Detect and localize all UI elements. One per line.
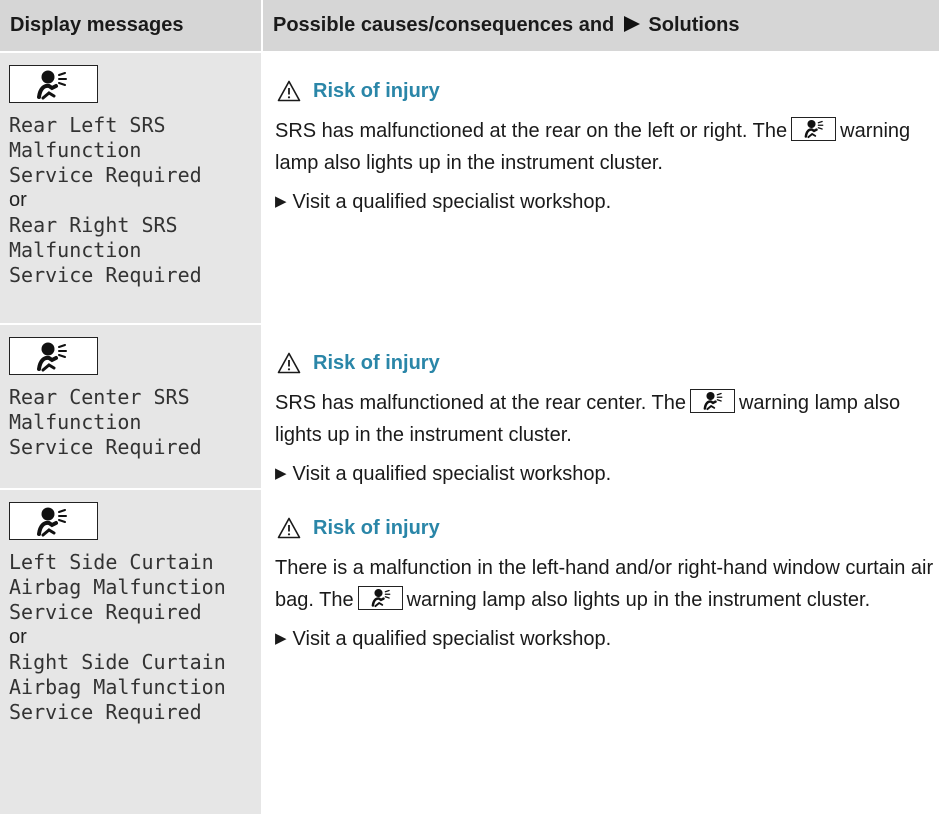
- solution-step: ▶ Visit a qualified specialist workshop.: [275, 188, 935, 216]
- message-line: Service Required: [9, 163, 202, 187]
- message-line: Service Required: [9, 435, 202, 459]
- message-line: Rear Center SRS: [9, 385, 190, 409]
- table-row: Rear Left SRS Malfunction Service Requir…: [0, 51, 939, 324]
- message-line: Malfunction: [9, 138, 142, 162]
- message-line: Rear Right SRS: [9, 213, 178, 237]
- header-display-messages: Display messages: [0, 0, 263, 52]
- table-row: Rear Center SRS Malfunction Service Requ…: [0, 323, 939, 489]
- message-line: Service Required: [9, 263, 202, 287]
- table-row: Left Side Curtain Airbag Malfunction Ser…: [0, 488, 939, 814]
- solution-step: ▶ Visit a qualified specialist workshop.: [275, 625, 935, 653]
- header-causes-solutions: Possible causes/consequences and Solutio…: [262, 0, 939, 52]
- step-arrow-icon: ▶: [275, 630, 287, 647]
- table-header-row: Display messages Possible causes/consequ…: [0, 0, 939, 52]
- airbag-warning-icon: [9, 502, 98, 540]
- or-label: or: [9, 626, 27, 648]
- message-line: Left Side Curtain: [9, 550, 214, 574]
- cause-description: There is a malfunction in the left-hand …: [275, 557, 934, 611]
- step-arrow-icon: ▶: [275, 193, 287, 210]
- warning-heading: Risk of injury: [275, 349, 935, 377]
- warning-heading: Risk of injury: [275, 514, 935, 542]
- warning-triangle-icon: [277, 80, 301, 102]
- warning-triangle-icon: [277, 352, 301, 374]
- airbag-warning-icon: [357, 586, 403, 610]
- cause-description: SRS has malfunctioned at the rear center…: [275, 387, 935, 451]
- display-message-cell: Rear Left SRS Malfunction Service Requir…: [0, 51, 263, 324]
- message-line: Service Required: [9, 700, 202, 724]
- message-line: Rear Left SRS: [9, 113, 166, 137]
- warning-heading: Risk of injury: [275, 77, 935, 105]
- message-line: Service Required: [9, 600, 202, 624]
- message-line: Right Side Curtain: [9, 650, 226, 674]
- solution-cell: Risk of injury There is a malfunction in…: [262, 488, 939, 814]
- display-message-cell: Left Side Curtain Airbag Malfunction Ser…: [0, 488, 263, 814]
- step-arrow-icon: ▶: [275, 465, 287, 482]
- solution-cell: Risk of injury SRS has malfunctioned at …: [262, 323, 939, 489]
- message-line: Malfunction: [9, 238, 142, 262]
- airbag-warning-icon: [9, 65, 98, 103]
- warning-text: Risk of injury: [313, 516, 440, 539]
- message-line: Airbag Malfunction: [9, 675, 226, 699]
- solution-step: ▶ Visit a qualified specialist workshop.: [275, 460, 935, 488]
- warning-text: Risk of injury: [313, 79, 440, 102]
- cause-description: SRS has malfunctioned at the rear on the…: [275, 115, 935, 179]
- airbag-warning-icon: [9, 337, 98, 375]
- warning-triangle-icon: [277, 517, 301, 539]
- warning-text: Risk of injury: [313, 351, 440, 374]
- solution-cell: Risk of injury SRS has malfunctioned at …: [262, 51, 939, 324]
- message-line: Malfunction: [9, 410, 142, 434]
- message-line: Airbag Malfunction: [9, 575, 226, 599]
- airbag-warning-icon: [791, 117, 837, 141]
- or-label: or: [9, 189, 27, 211]
- airbag-warning-icon: [689, 389, 735, 413]
- display-messages-table: Display messages Possible causes/consequ…: [0, 0, 939, 814]
- solutions-arrow-icon: [623, 16, 640, 32]
- display-message-cell: Rear Center SRS Malfunction Service Requ…: [0, 323, 263, 489]
